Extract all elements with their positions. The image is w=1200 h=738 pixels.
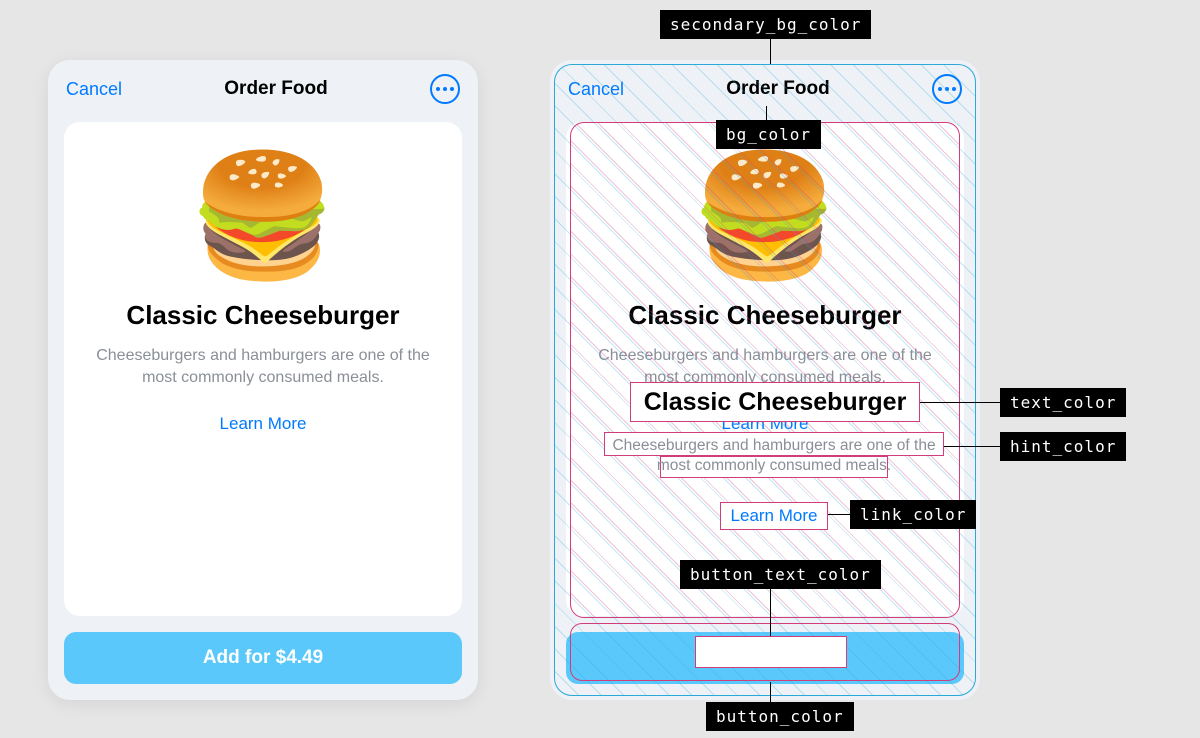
label-button-color: button_color (706, 702, 854, 731)
ellipsis-icon (938, 87, 956, 91)
burger-icon: 🍔 (690, 156, 839, 276)
product-description: Cheeseburgers and hamburgers are one of … (588, 345, 942, 388)
leader-hint (944, 446, 1000, 447)
burger-icon: 🍔 (188, 156, 337, 276)
label-bg-color: bg_color (716, 120, 821, 149)
mock-annotated: Cancel Order Food 🍔 Classic Cheeseburger… (550, 60, 980, 700)
cancel-button[interactable]: Cancel (66, 79, 122, 100)
cancel-button[interactable]: Cancel (568, 79, 624, 100)
bottom-bar: Add for $4.49 (550, 616, 980, 700)
page-title: Order Food (224, 78, 327, 100)
diagram-stage: Cancel Order Food 🍔 Classic Cheeseburger… (0, 0, 1200, 738)
page-title: Order Food (726, 78, 829, 100)
label-button-text-color: button_text_color (680, 560, 881, 589)
learn-more-link[interactable]: Learn More (722, 414, 809, 434)
more-options-button[interactable] (430, 74, 460, 104)
bottom-bar: Add for $4.49 (48, 616, 478, 700)
product-name: Classic Cheeseburger (628, 300, 901, 331)
leader-text (920, 402, 1000, 403)
label-text-color: text_color (1000, 388, 1126, 417)
leader-secondary-bg (770, 38, 771, 64)
more-options-button[interactable] (932, 74, 962, 104)
leader-btn-text (770, 588, 771, 636)
product-name: Classic Cheeseburger (126, 300, 399, 331)
add-to-cart-button[interactable]: Add for $4.49 (64, 632, 462, 684)
ellipsis-icon (436, 87, 454, 91)
learn-more-link[interactable]: Learn More (220, 414, 307, 434)
mock-clean: Cancel Order Food 🍔 Classic Cheeseburger… (48, 60, 478, 700)
titlebar: Cancel Order Food (48, 60, 478, 118)
leader-bg-top (766, 106, 767, 120)
product-card: 🍔 Classic Cheeseburger Cheeseburgers and… (64, 122, 462, 616)
label-link-color: link_color (850, 500, 976, 529)
label-hint-color: hint_color (1000, 432, 1126, 461)
product-card: 🍔 Classic Cheeseburger Cheeseburgers and… (566, 122, 964, 616)
product-description: Cheeseburgers and hamburgers are one of … (86, 345, 440, 388)
leader-btn (770, 682, 771, 702)
add-to-cart-button[interactable]: Add for $4.49 (566, 632, 964, 684)
titlebar: Cancel Order Food (550, 60, 980, 118)
label-secondary-bg-color: secondary_bg_color (660, 10, 871, 39)
leader-link (828, 514, 850, 515)
